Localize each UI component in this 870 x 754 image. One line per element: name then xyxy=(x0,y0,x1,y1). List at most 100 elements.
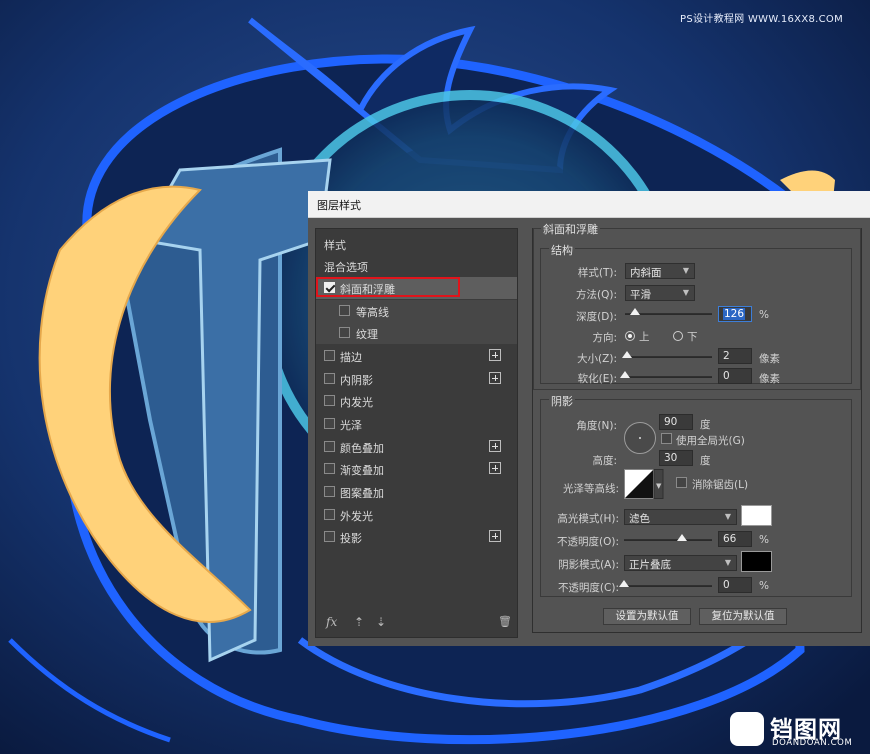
soften-label: 软化(E): xyxy=(577,373,617,385)
direction-down-label: 下 xyxy=(687,331,698,343)
style-item-texture[interactable]: 纹理 xyxy=(316,322,517,344)
shadow-opacity-thumb[interactable] xyxy=(619,580,629,587)
move-up-icon[interactable]: ⇡ xyxy=(354,615,364,629)
highlight-opacity-slider[interactable] xyxy=(624,539,712,541)
style-item-inner-glow[interactable]: 内发光 xyxy=(316,390,517,412)
depth-unit: % xyxy=(759,309,769,321)
add-gradient-overlay-icon[interactable] xyxy=(489,462,501,474)
inner-shadow-checkbox[interactable] xyxy=(324,373,335,384)
angle-dial[interactable] xyxy=(624,422,656,454)
site-logo: 铛图网 DOANDOAN.COM xyxy=(728,708,868,752)
shadow-color-swatch[interactable] xyxy=(741,551,772,572)
move-down-icon[interactable]: ⇣ xyxy=(376,615,386,629)
global-light-checkbox[interactable] xyxy=(661,433,672,444)
style-item-label: 颜色叠加 xyxy=(340,442,384,455)
structure-title: 结构 xyxy=(549,242,575,258)
shadow-mode-label: 阴影模式(A): xyxy=(558,559,619,571)
color-overlay-checkbox[interactable] xyxy=(324,441,335,452)
size-slider-thumb[interactable] xyxy=(621,351,632,358)
pattern-overlay-checkbox[interactable] xyxy=(324,486,335,497)
contour-checkbox[interactable] xyxy=(339,305,350,316)
style-label: 样式(T): xyxy=(577,267,617,279)
anti-alias-label: 消除锯齿(L) xyxy=(692,479,749,491)
drop-shadow-checkbox[interactable] xyxy=(324,531,335,542)
add-color-overlay-icon[interactable] xyxy=(489,440,501,452)
styles-header-label: 样式 xyxy=(324,239,346,252)
watermark-top: PS设计教程网 WWW.16XX8.COM xyxy=(680,14,843,25)
soften-slider-thumb[interactable] xyxy=(620,371,630,378)
angle-input[interactable]: 90 xyxy=(659,414,693,430)
chevron-down-icon: ▼ xyxy=(724,558,731,567)
gradient-overlay-checkbox[interactable] xyxy=(324,463,335,474)
style-item-pattern-overlay[interactable]: 图案叠加 xyxy=(316,481,517,503)
styles-header[interactable]: 样式 xyxy=(316,233,517,255)
style-item-label: 光泽 xyxy=(340,419,362,432)
bevel-checkbox[interactable] xyxy=(324,282,335,293)
make-default-button[interactable]: 设置为默认值 xyxy=(603,608,691,625)
style-item-label: 投影 xyxy=(340,532,362,545)
outer-glow-checkbox[interactable] xyxy=(324,509,335,520)
inner-glow-checkbox[interactable] xyxy=(324,395,335,406)
style-item-color-overlay[interactable]: 颜色叠加 xyxy=(316,436,517,458)
highlight-opacity-thumb[interactable] xyxy=(677,534,688,541)
chevron-down-icon: ▼ xyxy=(682,266,689,275)
shadow-mode-value: 正片叠底 xyxy=(629,559,671,571)
shading-title: 阴影 xyxy=(549,393,575,409)
style-item-stroke[interactable]: 描边 xyxy=(316,345,517,367)
blend-options-item[interactable]: 混合选项 xyxy=(316,255,517,277)
highlight-opacity-input[interactable]: 66 xyxy=(718,531,752,547)
depth-label: 深度(D): xyxy=(576,311,617,323)
blend-options-label: 混合选项 xyxy=(324,261,368,274)
size-slider[interactable] xyxy=(625,356,712,358)
logo-icon xyxy=(730,712,764,746)
stroke-checkbox[interactable] xyxy=(324,350,335,361)
svg-text:▼: ▼ xyxy=(656,482,662,490)
style-item-outer-glow[interactable]: 外发光 xyxy=(316,504,517,526)
style-dropdown[interactable]: 内斜面 ▼ xyxy=(625,263,695,279)
technique-dropdown[interactable]: 平滑 ▼ xyxy=(625,285,695,301)
style-item-label: 渐变叠加 xyxy=(340,464,384,477)
depth-slider-thumb[interactable] xyxy=(630,308,641,315)
global-light-label: 使用全局光(G) xyxy=(676,435,745,447)
add-stroke-icon[interactable] xyxy=(489,349,501,361)
style-item-gradient-overlay[interactable]: 渐变叠加 xyxy=(316,458,517,480)
depth-input[interactable]: 126 xyxy=(718,306,752,322)
add-inner-shadow-icon[interactable] xyxy=(489,372,501,384)
style-item-contour[interactable]: 等高线 xyxy=(316,300,517,322)
dialog-titlebar[interactable]: 图层样式 xyxy=(308,191,870,218)
add-drop-shadow-icon[interactable] xyxy=(489,530,501,542)
gloss-contour-preview[interactable]: ▼ xyxy=(624,469,664,499)
texture-checkbox[interactable] xyxy=(339,327,350,338)
satin-checkbox[interactable] xyxy=(324,418,335,429)
technique-label: 方法(Q): xyxy=(576,289,617,301)
direction-down-radio[interactable] xyxy=(673,331,683,341)
size-label: 大小(Z): xyxy=(577,353,617,365)
chevron-down-icon: ▼ xyxy=(724,512,731,521)
style-item-label: 外发光 xyxy=(340,510,373,523)
reset-default-button[interactable]: 复位为默认值 xyxy=(699,608,787,625)
style-item-satin[interactable]: 光泽 xyxy=(316,413,517,435)
style-item-bevel[interactable]: 斜面和浮雕 xyxy=(316,277,517,299)
style-item-label: 等高线 xyxy=(356,306,389,319)
style-item-label: 图案叠加 xyxy=(340,487,384,500)
style-item-inner-shadow[interactable]: 内阴影 xyxy=(316,368,517,390)
styles-toolbar: fx ⇡ ⇣ 🗑 xyxy=(316,609,517,635)
shadow-mode-dropdown[interactable]: 正片叠底 ▼ xyxy=(624,555,737,571)
highlight-mode-dropdown[interactable]: 滤色 ▼ xyxy=(624,509,737,525)
size-input[interactable]: 2 xyxy=(718,348,752,364)
highlight-opacity-unit: % xyxy=(759,534,769,546)
fx-icon[interactable]: fx xyxy=(326,615,337,629)
angle-unit: 度 xyxy=(700,419,711,431)
soften-input[interactable]: 0 xyxy=(718,368,752,384)
logo-domain: DOANDOAN.COM xyxy=(772,738,853,748)
trash-icon[interactable]: 🗑 xyxy=(498,615,512,628)
depth-value: 126 xyxy=(723,308,746,320)
highlight-color-swatch[interactable] xyxy=(741,505,772,526)
shadow-opacity-slider[interactable] xyxy=(624,585,712,587)
soften-slider[interactable] xyxy=(625,376,712,378)
direction-up-radio[interactable] xyxy=(625,331,635,341)
shadow-opacity-input[interactable]: 0 xyxy=(718,577,752,593)
altitude-input[interactable]: 30 xyxy=(659,450,693,466)
anti-alias-checkbox[interactable] xyxy=(676,477,687,488)
style-item-drop-shadow[interactable]: 投影 xyxy=(316,526,517,548)
